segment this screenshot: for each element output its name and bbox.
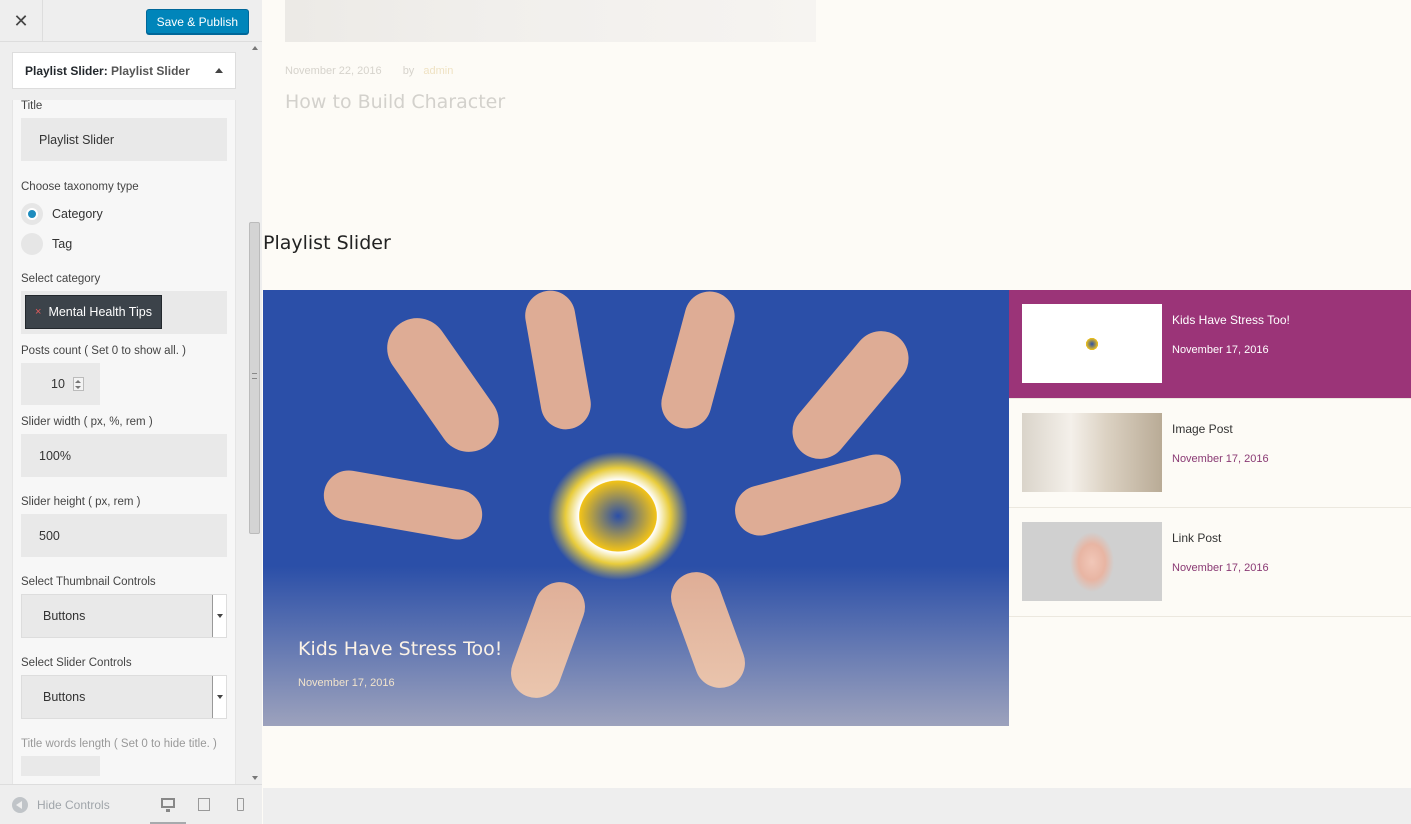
dropdown-arrow-icon[interactable] [212,676,226,718]
preview-tablet-button[interactable] [186,785,222,824]
slider-main-image[interactable]: Kids Have Stress Too! November 17, 2016 [263,290,1009,726]
close-icon[interactable]: ✕ [0,0,43,42]
slider-height-label: Slider height ( px, rem ) [21,496,141,508]
mobile-icon [236,798,244,811]
playlist-item-title: Image Post [1172,422,1233,436]
playlist-item-title: Link Post [1172,531,1222,545]
sidebar-scrollbar[interactable] [248,42,262,784]
hand-shape [521,290,595,434]
thumb-controls-select[interactable]: Buttons [21,594,227,638]
hand-shape [375,306,511,464]
preview-desktop-button[interactable] [150,785,186,824]
post-title-link[interactable]: How to Build Character [285,91,505,113]
posts-count-value: 10 [51,377,65,391]
slider-controls-label: Select Slider Controls [21,657,132,669]
slider-caption-date: November 17, 2016 [298,677,395,689]
grip-icon [252,373,257,379]
playlist-item-date: November 17, 2016 [1172,344,1269,356]
radio-category[interactable]: Category [21,199,227,229]
hide-controls-button[interactable]: Hide Controls [0,796,150,813]
preview-mobile-button[interactable] [222,785,258,824]
category-tag-label: Mental Health Tips [48,305,152,319]
save-publish-button[interactable]: Save & Publish [145,9,249,34]
thumb-controls-label: Select Thumbnail Controls [21,576,156,588]
widget-type-label: Playlist Slider: [25,63,108,78]
slider-height-input[interactable]: 500 [21,514,227,557]
widget-title: Playlist Slider: Playlist Slider [25,64,190,78]
hand-shape [655,290,741,435]
radio-tag[interactable]: Tag [21,229,227,259]
category-select[interactable]: × Mental Health Tips [21,291,227,334]
customizer-footer: Hide Controls [0,784,262,824]
radio-button[interactable] [21,233,43,255]
remove-tag-icon[interactable]: × [35,306,41,318]
taxonomy-label: Choose taxonomy type [21,181,139,193]
slider-caption-title[interactable]: Kids Have Stress Too! [298,638,502,660]
playlist-thumbnails: Kids Have Stress Too! November 17, 2016 … [1009,290,1411,726]
playlist-thumbnail [1022,413,1162,492]
playlist-thumbnail [1022,304,1162,383]
slider-widget-title: Playlist Slider [263,232,391,254]
widget-header[interactable]: Playlist Slider: Playlist Slider [12,52,236,89]
post-by: by [402,65,415,77]
posts-count-input[interactable]: 10 [21,363,100,405]
slider-controls-value: Buttons [43,690,86,704]
hide-controls-label: Hide Controls [37,797,110,812]
collapse-sidebar-icon [12,796,28,813]
hand-shape [781,319,920,471]
scroll-up-arrow-icon[interactable] [252,46,258,50]
slider-width-label: Slider width ( px, %, rem ) [21,416,153,428]
radio-tag-label: Tag [52,237,73,251]
number-spinner-icon[interactable] [72,377,84,391]
scrollbar-thumb[interactable] [249,222,260,534]
category-tag: × Mental Health Tips [25,295,162,329]
playlist-item[interactable]: Link Post November 17, 2016 [1009,508,1411,617]
post-featured-image[interactable] [285,0,816,42]
preview-footer-bar [263,788,1411,824]
widget-panel: Playlist Slider: Playlist Slider Title P… [12,52,236,784]
widget-form: Title Playlist Slider Choose taxonomy ty… [12,100,236,784]
slider-controls-select[interactable]: Buttons [21,675,227,719]
playlist-item-date: November 17, 2016 [1172,562,1269,574]
post-meta: November 22, 2016 by admin [285,65,453,77]
title-label: Title [21,100,43,112]
title-words-label: Title words length ( Set 0 to hide title… [21,738,217,750]
dropdown-arrow-icon[interactable] [212,595,226,637]
playlist-thumbnail [1022,522,1162,601]
playlist-item[interactable]: Kids Have Stress Too! November 17, 2016 [1009,290,1411,399]
customizer-sidebar: ✕ Save & Publish Playlist Slider: Playli… [0,0,262,824]
customizer-header: ✕ Save & Publish [0,0,262,42]
title-input[interactable]: Playlist Slider [21,118,227,161]
posts-count-label: Posts count ( Set 0 to show all. ) [21,345,186,357]
post-date: November 22, 2016 [285,65,382,77]
scroll-down-arrow-icon[interactable] [252,776,258,780]
category-label: Select category [21,273,101,285]
site-preview: November 22, 2016 by admin How to Build … [263,0,1411,788]
radio-category-label: Category [52,207,103,221]
slider-width-input[interactable]: 100% [21,434,227,477]
desktop-icon [161,798,175,812]
hand-shape [319,466,487,544]
playlist-item[interactable]: Image Post November 17, 2016 [1009,399,1411,508]
tablet-icon [198,798,210,811]
collapse-arrow-icon[interactable] [215,68,223,73]
playlist-item-date: November 17, 2016 [1172,453,1269,465]
post-author-link[interactable]: admin [423,65,453,77]
playlist-item-title: Kids Have Stress Too! [1172,313,1290,327]
widget-name: Playlist Slider [111,63,190,78]
hand-shape [729,448,907,542]
title-words-input[interactable] [21,756,100,776]
thumb-controls-value: Buttons [43,609,86,623]
radio-button-checked[interactable] [21,203,43,225]
